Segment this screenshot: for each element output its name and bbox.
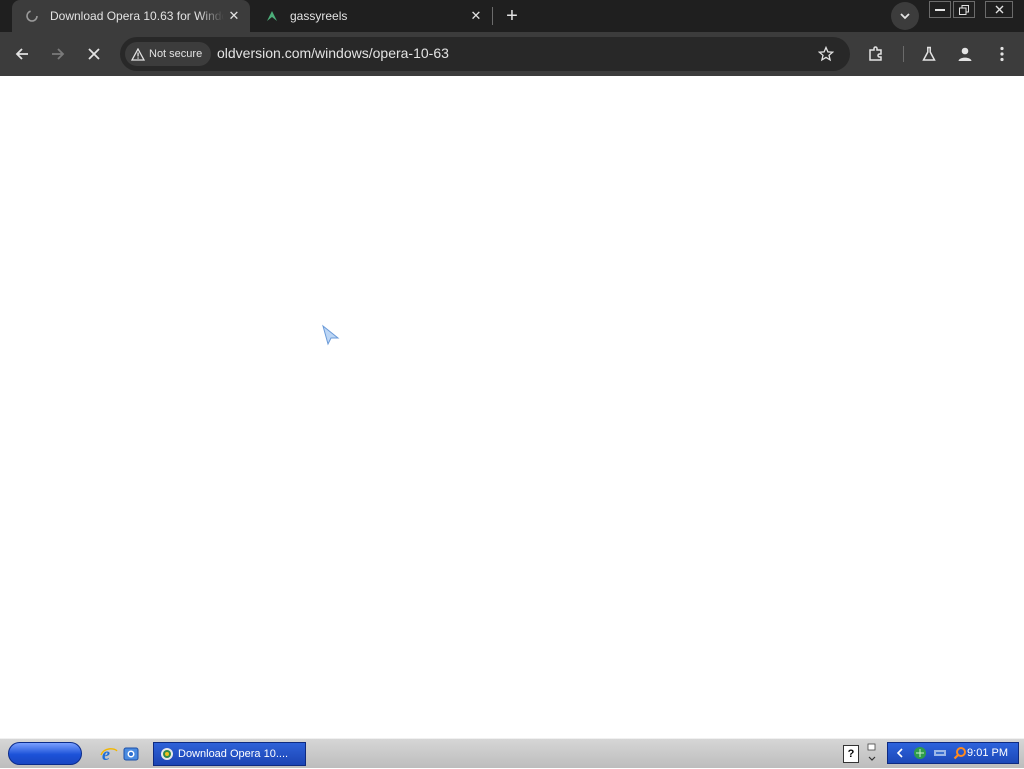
person-icon [958,47,972,61]
minimize-icon [935,9,945,11]
tab-search-button[interactable] [891,2,919,30]
restore-button[interactable] [953,1,975,18]
browser-menu-button[interactable] [988,40,1016,68]
tab-gassyreels[interactable]: gassyreels ✕ [258,0,490,32]
chevron-left-icon[interactable] [892,745,908,761]
system-tray: 9:01 PM [887,742,1019,764]
tab-title: Download Opera 10.63 for Windows [50,9,224,23]
browser-window-icon [160,747,174,761]
star-icon [818,46,834,62]
address-bar[interactable]: Not secure oldversion.com/windows/opera-… [120,37,850,71]
extensions-button[interactable] [862,40,890,68]
start-button[interactable] [8,742,82,765]
flask-icon [922,46,936,61]
puzzle-icon [869,46,882,61]
tab-separator [492,7,493,25]
restore-icon [959,4,969,15]
internet-explorer-icon[interactable]: e [99,744,119,764]
warning-triangle-icon [131,47,145,61]
tab-close-icon[interactable]: ✕ [466,6,486,26]
tab-strip: Download Opera 10.63 for Windows ✕ gassy… [0,0,1024,32]
browser-toolbar: Not secure oldversion.com/windows/opera-… [0,32,1024,76]
volume-icon[interactable] [932,745,948,761]
taskbar: e Download Opera 10.... ? 9:01 PM [0,738,1024,768]
minimize-button[interactable] [929,1,951,18]
network-icon[interactable] [912,745,928,761]
search-icon[interactable] [952,745,968,761]
arrow-right-icon [52,48,65,60]
taskbar-item-browser[interactable]: Download Opera 10.... [153,742,306,766]
help-icon[interactable]: ? [843,745,859,763]
back-button[interactable] [8,40,36,68]
close-icon [88,48,100,60]
kebab-menu-icon [1000,46,1004,62]
tab-title: gassyreels [290,9,348,23]
labs-button[interactable] [915,40,943,68]
taskbar-item-label: Download Opera 10.... [178,748,289,760]
chevron-down-icon [900,12,910,19]
security-label: Not secure [149,48,203,60]
clock[interactable]: 9:01 PM [967,747,1008,759]
url-text[interactable]: oldversion.com/windows/opera-10-63 [217,45,449,61]
bookmark-star-button[interactable] [816,44,836,64]
site-security-chip[interactable]: Not secure [125,42,212,66]
new-tab-button[interactable]: + [500,4,524,28]
toolbar-divider [903,46,904,62]
close-icon [995,5,1003,14]
stop-loading-button[interactable] [80,40,108,68]
svg-text:e: e [102,745,110,763]
arrow-left-icon [15,48,28,60]
tab-download-opera[interactable]: Download Opera 10.63 for Windows ✕ [12,0,250,32]
gassyreels-favicon-icon [264,8,280,24]
forward-button[interactable] [44,40,72,68]
profile-button[interactable] [951,40,979,68]
mouse-cursor-icon [320,323,342,352]
loading-favicon-icon [24,8,40,24]
tab-close-icon[interactable]: ✕ [224,6,244,26]
tray-expand-icon[interactable] [865,742,879,764]
show-desktop-icon[interactable] [121,744,141,764]
page-viewport[interactable] [0,76,1024,738]
close-window-button[interactable] [985,1,1013,18]
